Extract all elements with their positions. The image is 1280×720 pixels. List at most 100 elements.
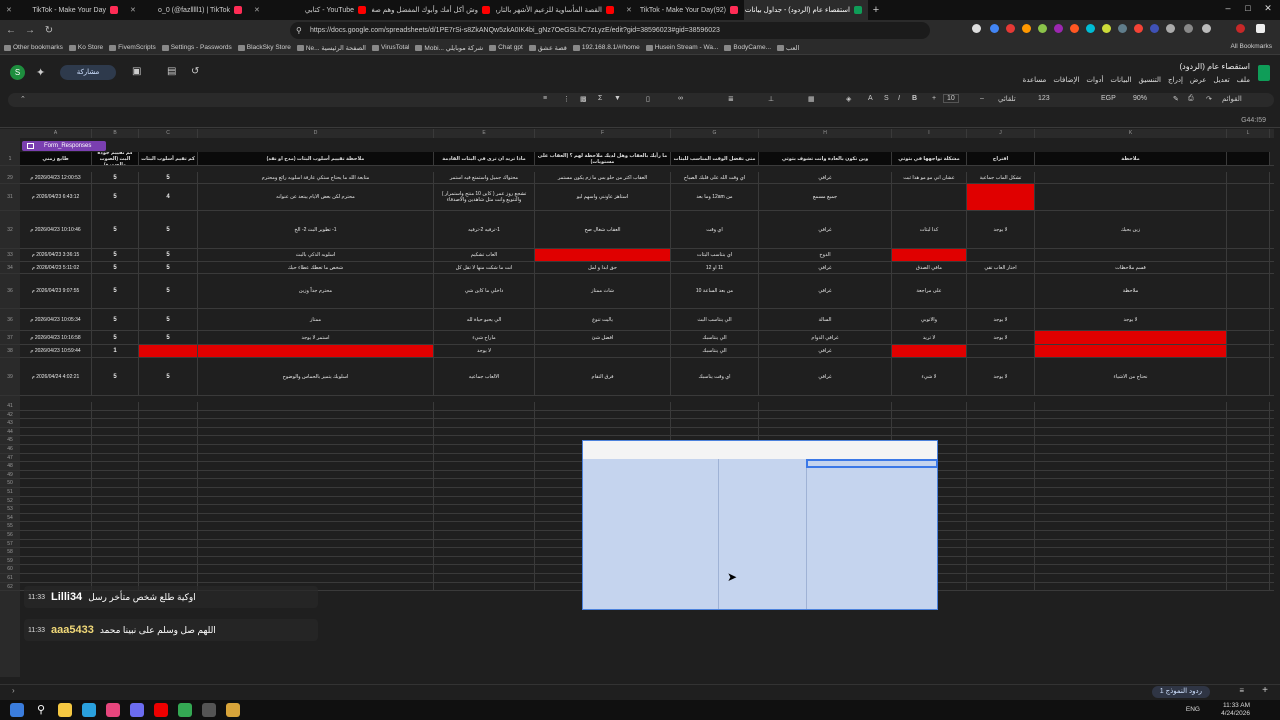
cell[interactable]: 10:05:34 2026/04/23 م xyxy=(20,309,92,330)
cell[interactable] xyxy=(759,419,892,427)
extension-icon[interactable] xyxy=(1022,24,1031,33)
cell[interactable]: 5 xyxy=(92,274,139,308)
cell[interactable] xyxy=(139,574,198,582)
cell[interactable] xyxy=(1227,531,1270,539)
row-header[interactable]: 32 xyxy=(0,211,20,249)
extension-icon[interactable] xyxy=(1086,24,1095,33)
column-title[interactable]: ماذا تريد ان ترى في البثات القادمة xyxy=(434,152,535,165)
extension-icon[interactable] xyxy=(1202,24,1211,33)
cell[interactable] xyxy=(434,445,535,453)
cell[interactable] xyxy=(20,522,92,530)
cell[interactable] xyxy=(1227,470,1270,479)
cell[interactable] xyxy=(967,574,1035,582)
menu-item[interactable]: مساعدة xyxy=(1023,76,1047,84)
browser-tab[interactable]: o_0 (@fazlllll1) | TikTok ✕ xyxy=(124,0,248,20)
extension-icon[interactable] xyxy=(1118,24,1127,33)
minimize-icon[interactable]: – xyxy=(1220,3,1236,13)
cell[interactable] xyxy=(535,419,671,427)
column-header[interactable]: I xyxy=(892,129,967,138)
close-tab-icon[interactable]: ✕ xyxy=(6,6,12,14)
extension-icon[interactable] xyxy=(972,24,981,33)
menu-icon[interactable] xyxy=(1256,24,1265,33)
cell[interactable]: غرافي xyxy=(759,345,892,357)
cell[interactable]: الي ينتاسبك xyxy=(671,331,759,344)
cell[interactable] xyxy=(1227,548,1270,556)
cell[interactable] xyxy=(20,548,92,556)
cell[interactable]: تشكل الماب جماعية xyxy=(967,172,1035,183)
more-icon[interactable]: ⋮ xyxy=(563,95,570,103)
cell[interactable] xyxy=(92,402,139,410)
cell[interactable] xyxy=(139,462,198,470)
cell[interactable] xyxy=(759,410,892,419)
reload-icon[interactable]: ↻ xyxy=(41,23,57,39)
cell[interactable] xyxy=(1227,565,1270,573)
menus-search[interactable]: القوائم xyxy=(1222,95,1242,103)
cell[interactable] xyxy=(1035,556,1227,565)
cell[interactable] xyxy=(198,548,434,556)
cell[interactable] xyxy=(1035,402,1227,410)
cell[interactable] xyxy=(1035,462,1227,470)
avatar[interactable]: S xyxy=(10,65,25,80)
borders-icon[interactable]: ▦ xyxy=(808,95,815,103)
cell[interactable] xyxy=(20,556,92,565)
share-button[interactable]: مشاركة xyxy=(60,65,116,80)
bookmark-item[interactable]: Other bookmarks xyxy=(4,44,63,51)
column-header[interactable]: D xyxy=(198,129,434,138)
cell[interactable] xyxy=(198,565,434,573)
cell[interactable]: اي بنتاسب البثات xyxy=(671,249,759,261)
cell[interactable] xyxy=(1035,419,1227,427)
row-header[interactable]: 61 xyxy=(0,574,20,583)
cell[interactable] xyxy=(434,488,535,496)
bookmark-item[interactable]: Settings - Passwords xyxy=(161,44,232,51)
cell[interactable]: 5 xyxy=(139,249,198,261)
close-tab-icon[interactable]: ✕ xyxy=(626,6,632,14)
cell[interactable] xyxy=(967,345,1035,357)
cell[interactable] xyxy=(535,427,671,436)
windows-start-icon[interactable] xyxy=(10,703,24,717)
browser-tab[interactable]: (92)TikTok - Make Your Day ✕ xyxy=(620,0,744,20)
cell[interactable]: 5 xyxy=(92,172,139,183)
cell[interactable]: 11 او 12 xyxy=(671,262,759,273)
row-header[interactable]: 37 xyxy=(0,331,20,345)
cell[interactable] xyxy=(434,574,535,582)
row-header[interactable]: 38 xyxy=(0,345,20,358)
cell[interactable] xyxy=(434,565,535,573)
discord-icon[interactable] xyxy=(130,703,144,717)
cell[interactable] xyxy=(92,470,139,479)
cell[interactable] xyxy=(434,462,535,470)
extension-icon[interactable] xyxy=(1038,24,1047,33)
cell[interactable]: محترم جداً وزين xyxy=(198,274,434,308)
cell[interactable] xyxy=(198,556,434,565)
cell[interactable]: على مراجعة xyxy=(892,274,967,308)
cell[interactable] xyxy=(1227,331,1270,344)
cell[interactable] xyxy=(1227,582,1270,591)
cell[interactable]: محترم لكن بعض الايام يبتعد عن عنوانه xyxy=(198,184,434,210)
italic-icon[interactable]: I xyxy=(898,95,900,102)
cell[interactable] xyxy=(1035,436,1227,444)
cell[interactable] xyxy=(967,419,1035,427)
cell[interactable] xyxy=(671,419,759,427)
column-title[interactable]: ملاحظة xyxy=(1035,152,1227,165)
comments-icon[interactable]: ▤ xyxy=(167,66,176,77)
cell[interactable]: والاتوبي xyxy=(892,309,967,330)
row-header[interactable]: 34 xyxy=(0,262,20,274)
cell[interactable] xyxy=(20,496,92,505)
cell[interactable] xyxy=(434,513,535,522)
cell[interactable] xyxy=(1227,462,1270,470)
maximize-icon[interactable]: □ xyxy=(1240,3,1256,13)
cell[interactable] xyxy=(1035,539,1227,548)
cell[interactable] xyxy=(1035,427,1227,436)
cell[interactable] xyxy=(1035,445,1227,453)
cell[interactable] xyxy=(92,445,139,453)
cell[interactable] xyxy=(434,410,535,419)
table-name-badge[interactable]: Form_Responses xyxy=(22,141,106,151)
cell[interactable] xyxy=(1227,309,1270,330)
cell[interactable] xyxy=(1035,488,1227,496)
bookmark-item[interactable]: قصة عشق xyxy=(528,44,567,52)
cell[interactable] xyxy=(139,531,198,539)
cell[interactable] xyxy=(1227,505,1270,513)
cell[interactable] xyxy=(535,410,671,419)
cell[interactable]: 5 xyxy=(139,172,198,183)
functions-icon[interactable]: Σ xyxy=(598,95,602,102)
cell[interactable] xyxy=(92,548,139,556)
